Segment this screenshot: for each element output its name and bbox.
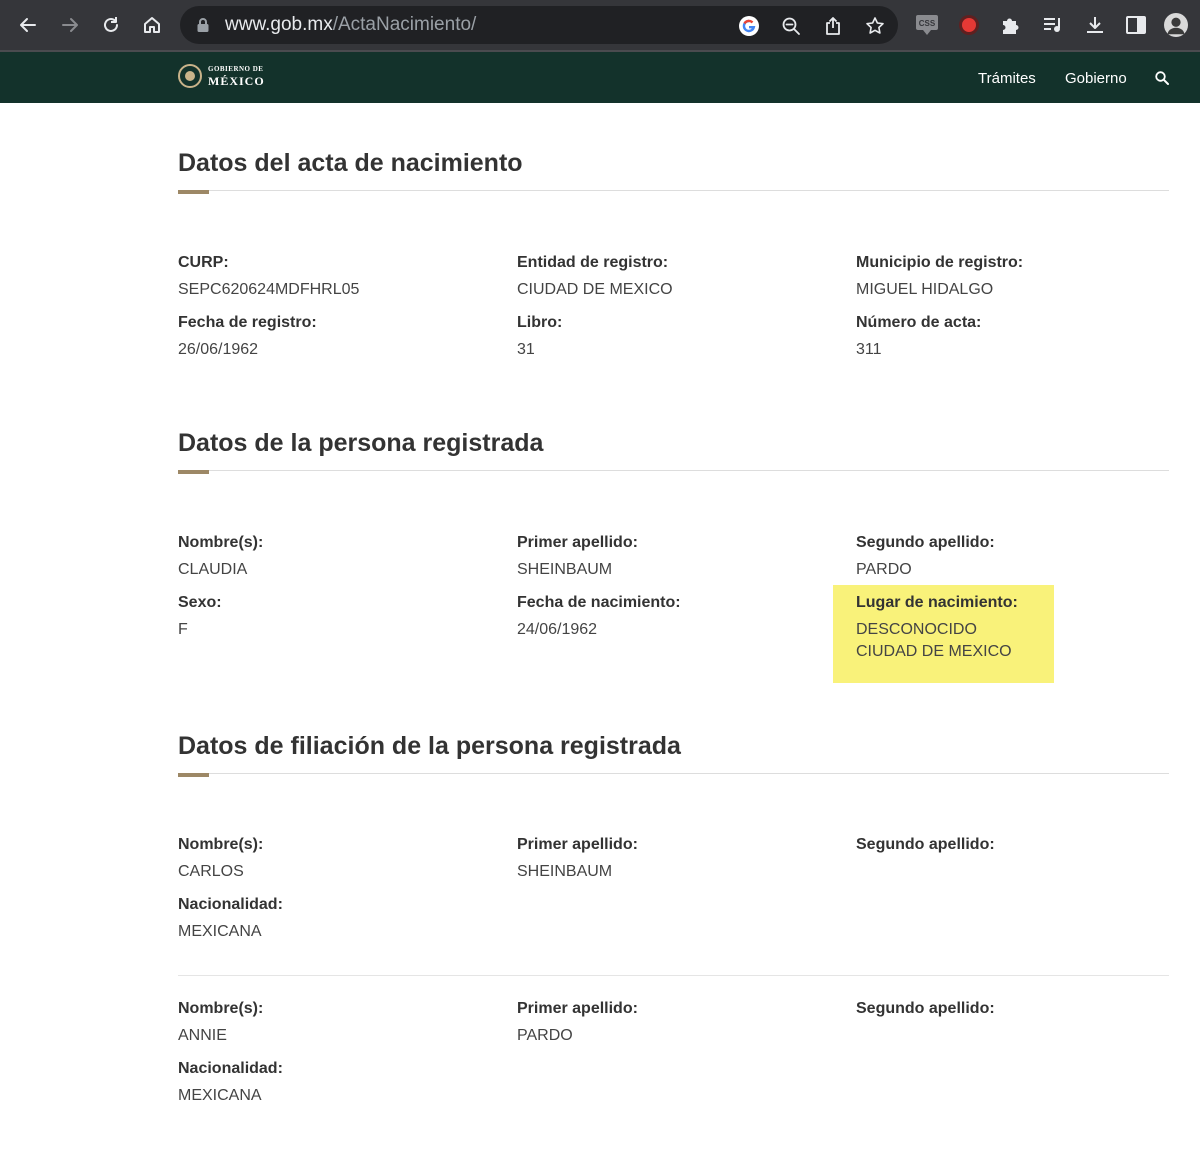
section-title-acta: Datos del acta de nacimiento	[178, 149, 523, 177]
madre-nacionalidad-value: MEXICANA	[178, 1087, 262, 1104]
extensions-puzzle-icon[interactable]	[999, 13, 1023, 37]
logo-line-2: MÉXICO	[208, 73, 265, 88]
nombre-value: CLAUDIA	[178, 561, 248, 578]
gob-mx-logo[interactable]: GOBIERNO DE MÉXICO	[178, 64, 265, 88]
sexo-label: Sexo:	[178, 594, 222, 611]
madre-nombre-label: Nombre(s):	[178, 1000, 264, 1017]
primer-apellido-value: SHEINBAUM	[517, 561, 613, 578]
padre-primer-apellido-value: SHEINBAUM	[517, 863, 613, 880]
nav-gobierno[interactable]: Gobierno	[1065, 70, 1127, 87]
section-title-persona: Datos de la persona registrada	[178, 429, 544, 457]
section-accent-bar	[178, 773, 209, 777]
nav-tramites[interactable]: Trámites	[978, 70, 1036, 87]
profile-avatar[interactable]	[1164, 13, 1188, 37]
media-queue-icon[interactable]	[1041, 13, 1065, 37]
forward-icon[interactable]	[56, 11, 84, 39]
url-host: www.gob.mx	[225, 14, 333, 35]
padre-primer-apellido-label: Primer apellido:	[517, 836, 638, 853]
madre-primer-apellido-label: Primer apellido:	[517, 1000, 638, 1017]
url-text: www.gob.mx/ActaNacimiento/	[225, 14, 476, 36]
section-divider	[178, 773, 1169, 774]
share-icon[interactable]	[822, 15, 844, 37]
lock-icon[interactable]	[196, 17, 210, 38]
side-panel-icon[interactable]	[1124, 13, 1148, 37]
madre-nombre-value: ANNIE	[178, 1027, 227, 1044]
lugar-nacimiento-line1: DESCONOCIDO	[856, 621, 977, 638]
address-bar[interactable]: www.gob.mx/ActaNacimiento/	[180, 6, 898, 44]
numero-acta-label: Número de acta:	[856, 314, 982, 331]
fecha-registro-label: Fecha de registro:	[178, 314, 317, 331]
section-divider	[178, 470, 1169, 471]
municipio-value: MIGUEL HIDALGO	[856, 281, 994, 298]
coat-of-arms-icon	[178, 64, 202, 88]
lugar-nacimiento-line2: CIUDAD DE MEXICO	[856, 643, 1012, 660]
reload-icon[interactable]	[97, 11, 125, 39]
entidad-value: CIUDAD DE MEXICO	[517, 281, 673, 298]
sexo-value: F	[178, 621, 188, 638]
section-divider	[178, 190, 1169, 191]
section-accent-bar	[178, 470, 209, 474]
lugar-nacimiento-label: Lugar de nacimiento:	[856, 594, 1018, 611]
padre-nombre-label: Nombre(s):	[178, 836, 264, 853]
madre-primer-apellido-value: PARDO	[517, 1027, 573, 1044]
entidad-label: Entidad de registro:	[517, 254, 669, 271]
libro-label: Libro:	[517, 314, 563, 331]
segundo-apellido-value: PARDO	[856, 561, 912, 578]
browser-toolbar: www.gob.mx/ActaNacimiento/ CSS	[0, 0, 1200, 50]
home-icon[interactable]	[138, 11, 166, 39]
padre-nacionalidad-value: MEXICANA	[178, 923, 262, 940]
url-path: /ActaNacimiento/	[332, 14, 477, 35]
logo-line-1: GOBIERNO DE	[208, 64, 264, 73]
site-header: GOBIERNO DE MÉXICO Trámites Gobierno	[0, 52, 1200, 103]
madre-segundo-apellido-label: Segundo apellido:	[856, 1000, 995, 1017]
google-lens-icon[interactable]	[738, 15, 760, 37]
primer-apellido-label: Primer apellido:	[517, 534, 638, 551]
fecha-registro-value: 26/06/1962	[178, 341, 259, 358]
curp-value: SEPC620624MDFHRL05	[178, 281, 360, 298]
libro-value: 31	[517, 341, 535, 358]
padre-segundo-apellido-label: Segundo apellido:	[856, 836, 995, 853]
back-icon[interactable]	[14, 11, 42, 39]
numero-acta-value: 311	[856, 341, 882, 358]
section-accent-bar	[178, 190, 209, 194]
css-extension-icon[interactable]: CSS	[915, 13, 939, 37]
search-icon[interactable]	[1155, 71, 1169, 90]
record-icon[interactable]	[957, 13, 981, 37]
fecha-nacimiento-value: 24/06/1962	[517, 621, 598, 638]
fecha-nacimiento-label: Fecha de nacimiento:	[517, 594, 681, 611]
madre-nacionalidad-label: Nacionalidad:	[178, 1060, 283, 1077]
zoom-out-icon[interactable]	[780, 15, 802, 37]
municipio-label: Municipio de registro:	[856, 254, 1024, 271]
nombre-label: Nombre(s):	[178, 534, 264, 551]
parent-divider	[178, 975, 1169, 976]
bookmark-star-icon[interactable]	[864, 15, 886, 37]
section-title-filiacion: Datos de filiación de la persona registr…	[178, 732, 681, 760]
curp-label: CURP:	[178, 254, 229, 271]
padre-nombre-value: CARLOS	[178, 863, 244, 880]
download-icon[interactable]	[1083, 13, 1107, 37]
segundo-apellido-label: Segundo apellido:	[856, 534, 995, 551]
padre-nacionalidad-label: Nacionalidad:	[178, 896, 283, 913]
css-extension-label: CSS	[919, 19, 936, 28]
